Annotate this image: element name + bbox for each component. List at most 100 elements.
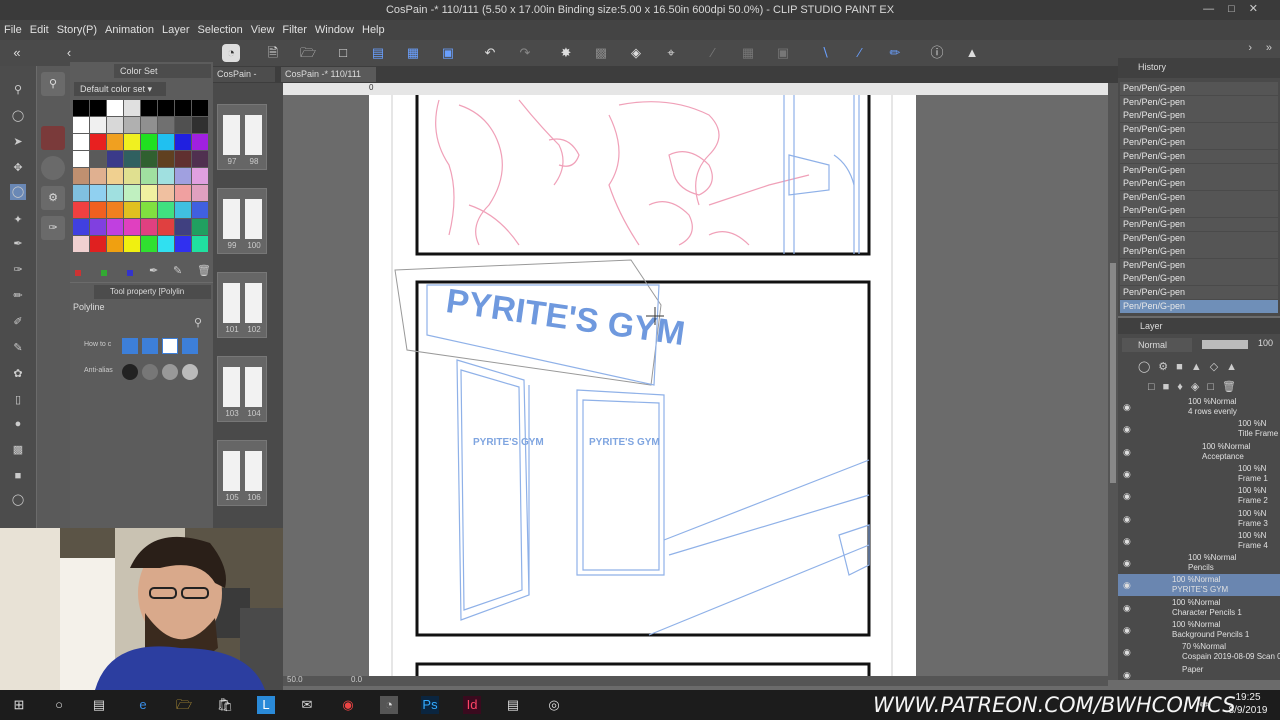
eraser-tool-icon[interactable]: ▯ [10,392,26,408]
color-swatch[interactable] [124,185,140,201]
close-icon[interactable]: ✕ [1249,3,1272,15]
history-item[interactable]: Pen/Pen/G-pen [1120,109,1278,123]
app-l-icon[interactable]: L [257,696,275,714]
swatch-green-small[interactable] [101,270,107,276]
color-swatch[interactable] [175,185,191,201]
layer-tab-label[interactable]: Layer [1140,321,1163,331]
color-swatch[interactable] [141,185,157,201]
layer-row[interactable]: ◉ 100 %N Frame 4 [1118,530,1280,552]
menu-edit[interactable]: Edit [26,20,53,40]
quadratic-button[interactable] [162,338,178,354]
color-swatch[interactable] [73,151,89,167]
color-swatch[interactable] [175,117,191,133]
vertical-scrollbar[interactable] [1108,83,1118,680]
color-swatch[interactable] [175,236,191,252]
color-swatch[interactable] [73,117,89,133]
snap-off-icon[interactable]: ⁄ [704,44,722,62]
color-swatch[interactable] [90,151,106,167]
swatch-red-small[interactable] [75,270,81,276]
cubic-button[interactable] [182,338,198,354]
history-item[interactable]: Pen/Pen/G-pen [1120,272,1278,286]
eye-icon[interactable]: ◉ [1123,603,1131,614]
color-swatch[interactable] [107,151,123,167]
layer-row[interactable]: ◉ 100 %Normal 4 rows evenly [1118,396,1280,418]
blend-mode-select[interactable]: Normal [1122,338,1192,352]
menu-view[interactable]: View [247,20,279,40]
info-icon[interactable]: ⓘ [928,44,946,62]
snap-guide-icon[interactable]: ∕ [851,44,869,62]
color-swatch[interactable] [192,202,208,218]
connect-mode-buttons[interactable] [122,338,202,354]
color-swatch[interactable] [107,134,123,150]
color-swatch[interactable] [158,100,174,116]
manga-page[interactable]: PYRITE'S GYM PYRITE'S GYM PYRITE'S GYM [369,83,916,696]
selection-tool-icon[interactable]: ◯ [10,184,26,200]
color-swatch[interactable] [158,202,174,218]
menu-selection[interactable]: Selection [194,20,247,40]
indesign-icon[interactable]: Id [463,696,481,714]
pencil-tool-icon[interactable]: ✏ [10,288,26,304]
history-item[interactable]: Pen/Pen/G-pen [1120,163,1278,177]
eyedropper-icon[interactable]: ✒ [10,236,26,252]
clip-studio-icon[interactable]: ◔ [222,44,240,62]
layer-row[interactable]: ◉ 100 %N Frame 2 [1118,485,1280,507]
color-swatch[interactable] [158,168,174,184]
color-swatch[interactable] [141,151,157,167]
antialias-none[interactable] [122,364,138,380]
color-swatch[interactable] [107,202,123,218]
straight-line-button[interactable] [122,338,138,354]
layer-row[interactable]: ◉ 100 %Normal Pencils [1118,552,1280,574]
clip-studio-taskbar-icon[interactable]: ◔ [380,696,398,714]
color-swatch[interactable] [73,202,89,218]
color-swatch[interactable] [175,202,191,218]
history-item[interactable]: Pen/Pen/G-pen [1120,150,1278,163]
transform-icon[interactable]: ⌖ [662,44,680,62]
blend-tool-icon[interactable]: ● [10,416,26,432]
color-swatch[interactable] [90,117,106,133]
collapse-right-icon[interactable]: » [1266,42,1272,54]
antialias-strong[interactable] [182,364,198,380]
color-swatch[interactable] [124,236,140,252]
magnifier-icon[interactable]: ⚲ [41,72,65,96]
history-item[interactable]: Pen/Pen/G-pen [1120,190,1278,204]
color-swatch[interactable] [175,219,191,235]
obs-icon[interactable]: ◎ [545,696,563,714]
layer-row[interactable]: ◉ Paper [1118,664,1280,686]
color-swatch[interactable] [175,151,191,167]
photoshop-icon[interactable]: Ps [421,696,439,714]
color-swatch[interactable] [141,236,157,252]
eye-icon[interactable]: ◉ [1123,670,1131,681]
chrome-icon[interactable]: ◉ [339,696,357,714]
airbrush-tool-icon[interactable]: ✎ [10,340,26,356]
color-swatch[interactable] [192,117,208,133]
color-swatch[interactable] [124,117,140,133]
color-swatch[interactable] [192,236,208,252]
app-window-icon[interactable]: ▤ [504,696,522,714]
eyedropper-add-icon[interactable]: ✒ [149,264,158,277]
color-wheel-icon[interactable] [41,156,65,180]
search-icon[interactable]: ○ [50,696,68,714]
page-thumbnail[interactable]: 101 102 [217,272,267,338]
color-swatch[interactable] [158,151,174,167]
export-psd-icon[interactable]: ▣ [439,44,457,62]
export-icon[interactable]: ▤ [369,44,387,62]
gradient-tool-icon[interactable]: ■ [10,468,26,484]
eye-icon[interactable]: ◉ [1123,402,1131,413]
export-multiple-icon[interactable]: ▦ [404,44,422,62]
color-swatch[interactable] [158,185,174,201]
windows-start-icon[interactable]: ⊞ [10,696,28,714]
color-swatch[interactable] [141,168,157,184]
page-thumbnail[interactable]: 103 104 [217,356,267,422]
menu-animation[interactable]: Animation [101,20,158,40]
color-set-select[interactable]: Default color set ▾ [74,82,166,96]
history-item[interactable]: Pen/Pen/G-pen [1120,245,1278,259]
eye-icon[interactable]: ◉ [1123,424,1131,435]
open-folder-icon[interactable]: 🗁 [299,44,317,62]
menu-layer[interactable]: Layer [158,20,194,40]
color-swatch[interactable] [73,168,89,184]
clear-icon[interactable]: ✸ [557,44,575,62]
eye-icon[interactable]: ◉ [1123,558,1131,569]
snap-grid-icon[interactable]: ▦ [739,44,757,62]
fill-tool-icon[interactable]: ▩ [10,442,26,458]
layer-row[interactable]: ◉ 100 %N Title Frame [1118,418,1280,440]
